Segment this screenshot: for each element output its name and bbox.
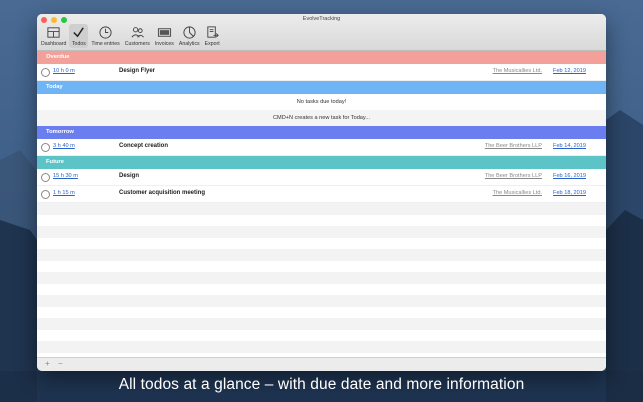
task-row[interactable]: 10 h 0 m Design Flyer The Musicallies Lt…: [37, 64, 606, 81]
clock-icon: [99, 26, 112, 39]
customers-icon: [131, 27, 144, 38]
task-duration[interactable]: 1 h 15 m: [53, 190, 75, 196]
invoice-icon: [157, 28, 171, 37]
task-duration[interactable]: 10 h 0 m: [53, 68, 75, 74]
toolbar-time-entries[interactable]: Time entries: [89, 24, 121, 48]
section-today: Today: [37, 81, 606, 94]
task-duration[interactable]: 3 h 40 m: [53, 143, 75, 149]
analytics-icon: [183, 26, 196, 39]
toolbar-todos[interactable]: Todos: [69, 24, 89, 48]
promo-caption: All todos at a glance – with due date an…: [118, 376, 525, 393]
toolbar-dashboard[interactable]: Dashboard: [39, 24, 68, 48]
toolbar: Dashboard Todos Time entries Customers I…: [39, 24, 223, 48]
task-name: Design: [119, 173, 140, 179]
toolbar-export[interactable]: Export: [203, 24, 222, 48]
task-name: Customer acquisition meeting: [119, 190, 206, 196]
section-tomorrow: Tomorrow: [37, 126, 606, 139]
remove-task-button[interactable]: −: [58, 359, 63, 368]
task-row[interactable]: 3 h 40 m Concept creation The Beer Broth…: [37, 139, 606, 156]
task-row[interactable]: 1 h 15 m Customer acquisition meeting Th…: [37, 186, 606, 203]
empty-list-area: [37, 203, 606, 353]
toolbar-analytics[interactable]: Analytics: [177, 24, 202, 48]
task-client[interactable]: The Beer Brothers LLP: [485, 143, 542, 149]
no-tasks-message: No tasks due today!: [296, 99, 347, 105]
dashboard-icon: [47, 27, 60, 38]
task-due-date[interactable]: Feb 18, 2019: [553, 190, 586, 196]
task-row[interactable]: 15 h 30 m Design The Beer Brothers LLP F…: [37, 169, 606, 186]
app-window: EvolveTracking Dashboard Todos Time entr…: [37, 14, 606, 371]
task-name: Design Flyer: [119, 68, 156, 74]
toolbar-invoices[interactable]: Invoices: [153, 24, 176, 48]
task-duration[interactable]: 15 h 30 m: [53, 173, 78, 179]
window-title: EvolveTracking: [302, 16, 341, 22]
checkmark-icon: [73, 27, 85, 38]
bottom-bar: + −: [37, 357, 606, 371]
complete-checkbox[interactable]: [41, 68, 50, 77]
export-icon: [206, 26, 219, 38]
task-client[interactable]: The Musicallies Ltd.: [493, 68, 542, 74]
task-name: Concept creation: [119, 143, 169, 149]
new-task-hint: CMD+N creates a new task for Today...: [37, 110, 606, 126]
complete-checkbox[interactable]: [41, 143, 50, 152]
complete-checkbox[interactable]: [41, 173, 50, 182]
section-overdue: Overdue: [37, 51, 606, 64]
task-client[interactable]: The Musicallies Ltd.: [493, 190, 542, 196]
toolbar-customers[interactable]: Customers: [123, 24, 152, 48]
section-future: Future: [37, 156, 606, 169]
task-due-date[interactable]: Feb 12, 2019: [553, 68, 586, 74]
task-client[interactable]: The Beer Brothers LLP: [485, 173, 542, 179]
titlebar: EvolveTracking Dashboard Todos Time entr…: [37, 14, 606, 51]
task-due-date[interactable]: Feb 16, 2019: [553, 173, 586, 179]
complete-checkbox[interactable]: [41, 190, 50, 199]
add-task-button[interactable]: +: [45, 359, 50, 368]
task-due-date[interactable]: Feb 14, 2019: [553, 143, 586, 149]
